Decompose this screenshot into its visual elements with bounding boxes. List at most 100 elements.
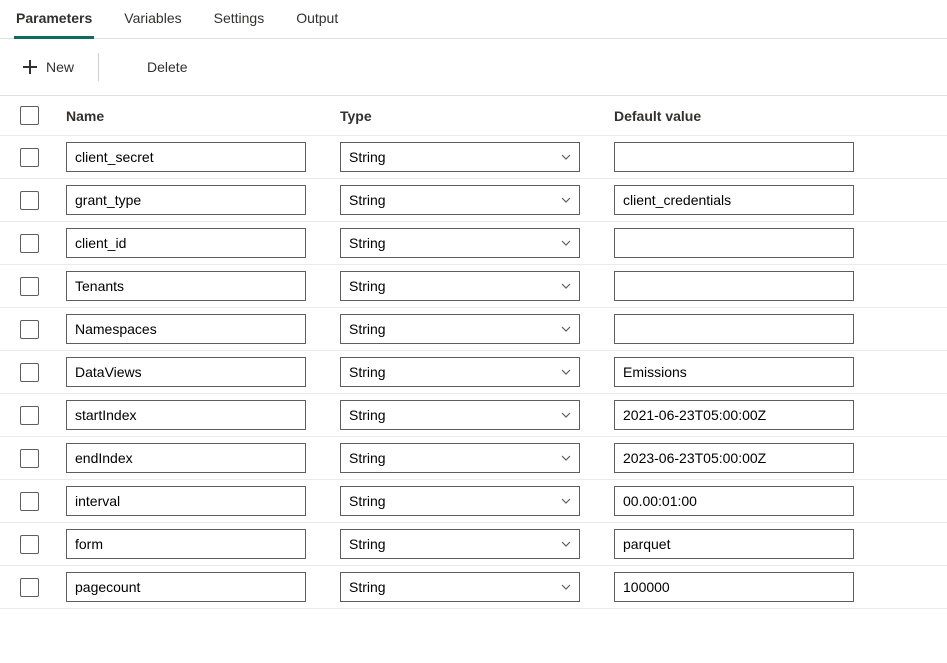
new-button[interactable]: New [14, 55, 82, 79]
row-checkbox[interactable] [20, 320, 39, 339]
default-value-input[interactable] [614, 185, 854, 215]
type-select-value[interactable] [340, 572, 580, 602]
type-select[interactable] [340, 185, 580, 215]
tab-output[interactable]: Output [294, 4, 340, 38]
tab-bar: Parameters Variables Settings Output [0, 0, 947, 39]
name-input[interactable] [66, 400, 306, 430]
delete-row-button[interactable] [902, 274, 926, 298]
delete-row-button[interactable] [902, 188, 926, 212]
table-row [0, 308, 947, 351]
type-select-value[interactable] [340, 443, 580, 473]
type-select[interactable] [340, 314, 580, 344]
table-header-row: Name Type Default value [0, 96, 947, 136]
delete-button[interactable]: Delete [115, 55, 195, 79]
type-select-value[interactable] [340, 228, 580, 258]
trash-icon [123, 59, 139, 75]
name-input[interactable] [66, 572, 306, 602]
type-select-value[interactable] [340, 271, 580, 301]
delete-button-label: Delete [147, 59, 187, 75]
table-row [0, 265, 947, 308]
type-select[interactable] [340, 572, 580, 602]
type-select-value[interactable] [340, 486, 580, 516]
table-row [0, 566, 947, 609]
delete-row-button[interactable] [902, 231, 926, 255]
column-header-name: Name [62, 108, 332, 124]
trash-icon [906, 450, 922, 466]
row-checkbox[interactable] [20, 234, 39, 253]
trash-icon [906, 364, 922, 380]
tab-parameters[interactable]: Parameters [14, 4, 94, 39]
toolbar: New Delete [0, 39, 947, 96]
table-row [0, 480, 947, 523]
default-value-input[interactable] [614, 228, 854, 258]
name-input[interactable] [66, 529, 306, 559]
plus-icon [22, 59, 38, 75]
row-checkbox[interactable] [20, 578, 39, 597]
default-value-input[interactable] [614, 142, 854, 172]
type-select[interactable] [340, 142, 580, 172]
type-select[interactable] [340, 357, 580, 387]
default-value-input[interactable] [614, 271, 854, 301]
table-row [0, 394, 947, 437]
delete-row-button[interactable] [902, 575, 926, 599]
name-input[interactable] [66, 228, 306, 258]
default-value-input[interactable] [614, 486, 854, 516]
name-input[interactable] [66, 142, 306, 172]
delete-row-button[interactable] [902, 532, 926, 556]
type-select-value[interactable] [340, 529, 580, 559]
name-input[interactable] [66, 486, 306, 516]
type-select[interactable] [340, 228, 580, 258]
name-input[interactable] [66, 443, 306, 473]
row-checkbox[interactable] [20, 191, 39, 210]
table-row [0, 136, 947, 179]
default-value-input[interactable] [614, 357, 854, 387]
trash-icon [906, 407, 922, 423]
row-checkbox[interactable] [20, 535, 39, 554]
default-value-input[interactable] [614, 443, 854, 473]
select-all-checkbox[interactable] [20, 106, 39, 125]
name-input[interactable] [66, 185, 306, 215]
delete-row-button[interactable] [902, 489, 926, 513]
delete-row-button[interactable] [902, 446, 926, 470]
delete-row-button[interactable] [902, 403, 926, 427]
type-select-value[interactable] [340, 400, 580, 430]
name-input[interactable] [66, 357, 306, 387]
type-select-value[interactable] [340, 142, 580, 172]
row-checkbox[interactable] [20, 406, 39, 425]
table-row [0, 437, 947, 480]
row-checkbox[interactable] [20, 148, 39, 167]
trash-icon [906, 536, 922, 552]
type-select[interactable] [340, 529, 580, 559]
trash-icon [906, 149, 922, 165]
default-value-input[interactable] [614, 572, 854, 602]
name-input[interactable] [66, 271, 306, 301]
trash-icon [906, 321, 922, 337]
default-value-input[interactable] [614, 314, 854, 344]
trash-icon [906, 579, 922, 595]
type-select-value[interactable] [340, 357, 580, 387]
row-checkbox[interactable] [20, 277, 39, 296]
type-select[interactable] [340, 400, 580, 430]
delete-row-button[interactable] [902, 145, 926, 169]
trash-icon [906, 278, 922, 294]
name-input[interactable] [66, 314, 306, 344]
table-row [0, 179, 947, 222]
row-checkbox[interactable] [20, 492, 39, 511]
trash-icon [906, 235, 922, 251]
default-value-input[interactable] [614, 529, 854, 559]
tab-settings[interactable]: Settings [212, 4, 267, 38]
type-select-value[interactable] [340, 185, 580, 215]
table-row [0, 222, 947, 265]
type-select[interactable] [340, 443, 580, 473]
delete-row-button[interactable] [902, 360, 926, 384]
tab-variables[interactable]: Variables [122, 4, 183, 38]
type-select[interactable] [340, 271, 580, 301]
row-checkbox[interactable] [20, 363, 39, 382]
type-select[interactable] [340, 486, 580, 516]
new-button-label: New [46, 59, 74, 75]
type-select-value[interactable] [340, 314, 580, 344]
delete-row-button[interactable] [902, 317, 926, 341]
row-checkbox[interactable] [20, 449, 39, 468]
toolbar-divider [98, 53, 99, 81]
default-value-input[interactable] [614, 400, 854, 430]
